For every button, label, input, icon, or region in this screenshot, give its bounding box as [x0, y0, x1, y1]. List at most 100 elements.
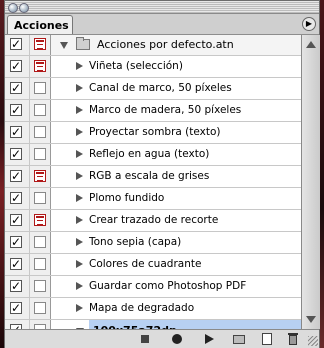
minimize-icon[interactable]	[19, 3, 29, 13]
disclosure-collapsed-icon[interactable]	[76, 128, 83, 136]
action-row[interactable]: ✓ Crear trazado de recorte	[5, 210, 301, 232]
tab-acciones[interactable]: Acciones	[7, 15, 73, 34]
disclosure-collapsed-icon[interactable]	[76, 84, 83, 92]
disclosure-collapsed-icon[interactable]	[76, 150, 83, 158]
toggle-checkbox[interactable]: ✓	[10, 280, 22, 292]
dialog-toggle-icon[interactable]	[34, 192, 46, 204]
stop-icon[interactable]	[137, 332, 153, 346]
action-row[interactable]: ✓ Proyectar sombra (texto)	[5, 122, 301, 144]
dialog-toggle-icon[interactable]	[34, 82, 46, 94]
action-label: Plomo fundido	[89, 192, 165, 204]
action-label: Reflejo en agua (texto)	[89, 148, 210, 160]
toggle-column: ✓	[5, 276, 30, 297]
play-icon[interactable]	[201, 332, 217, 346]
toggle-column: ✓	[5, 298, 30, 319]
toggle-checkbox[interactable]: ✓	[10, 60, 22, 72]
dialog-column	[30, 144, 51, 165]
dialog-column	[30, 210, 51, 231]
dialog-column	[30, 166, 51, 187]
action-row[interactable]: ✓ Mapa de degradado	[5, 298, 301, 320]
disclosure-collapsed-icon[interactable]	[76, 238, 83, 246]
action-row[interactable]: ✓ Canal de marco, 50 píxeles	[5, 78, 301, 100]
toggle-column: ✓	[5, 166, 30, 187]
dialog-column	[30, 298, 51, 319]
new-action-icon[interactable]	[259, 332, 275, 346]
toggle-column: ✓	[5, 188, 30, 209]
disclosure-collapsed-icon[interactable]	[76, 260, 83, 268]
toggle-checkbox[interactable]: ✓	[10, 236, 22, 248]
dialog-column	[30, 100, 51, 121]
disclosure-collapsed-icon[interactable]	[76, 106, 83, 114]
disclosure-collapsed-icon[interactable]	[76, 216, 83, 224]
action-label: Crear trazado de recorte	[89, 214, 219, 226]
record-icon[interactable]	[169, 332, 185, 346]
panel-tab-row: Acciones ▶	[5, 14, 319, 35]
action-row[interactable]: ✓ RGB a escala de grises	[5, 166, 301, 188]
action-label: Tono sepia (capa)	[89, 236, 182, 248]
action-row[interactable]: ✓ Marco de madera, 50 píxeles	[5, 100, 301, 122]
dialog-toggle-icon[interactable]	[34, 60, 46, 72]
toggle-checkbox[interactable]: ✓	[10, 192, 22, 204]
toggle-checkbox[interactable]: ✓	[10, 82, 22, 94]
action-row[interactable]: ✓ Viñeta (selección)	[5, 56, 301, 78]
dialog-toggle-icon[interactable]	[34, 126, 46, 138]
dialog-toggle-icon[interactable]	[34, 280, 46, 292]
disclosure-collapsed-icon[interactable]	[76, 62, 83, 70]
dialog-column	[30, 232, 51, 253]
toggle-column: ✓	[5, 144, 30, 165]
action-row[interactable]: ✓ 100x75a72dp	[5, 320, 301, 329]
panel-menu-icon[interactable]: ▶	[302, 17, 316, 31]
action-row[interactable]: ✓ Plomo fundido	[5, 188, 301, 210]
dialog-toggle-icon[interactable]	[34, 148, 46, 160]
dialog-toggle-icon[interactable]	[34, 38, 46, 50]
toggle-column: ✓	[5, 78, 30, 99]
resize-grip-icon[interactable]	[308, 336, 318, 346]
action-label: Guardar como Photoshop PDF	[89, 280, 247, 292]
scroll-up-icon[interactable]	[306, 41, 316, 48]
disclosure-collapsed-icon[interactable]	[76, 304, 83, 312]
scroll-down-icon[interactable]	[306, 316, 316, 323]
toggle-checkbox[interactable]: ✓	[10, 126, 22, 138]
disclosure-collapsed-icon[interactable]	[76, 194, 83, 202]
action-set-row[interactable]: ✓ Acciones por defecto.atn	[5, 35, 301, 56]
scrollbar[interactable]	[301, 35, 320, 329]
dialog-toggle-icon[interactable]	[34, 170, 46, 182]
toggle-checkbox[interactable]: ✓	[10, 214, 22, 226]
dialog-toggle-icon[interactable]	[34, 258, 46, 270]
dialog-column	[30, 254, 51, 275]
actions-toolbar	[5, 329, 319, 348]
action-label: Marco de madera, 50 píxeles	[89, 104, 242, 116]
panel-titlebar[interactable]	[5, 1, 319, 14]
toggle-checkbox[interactable]: ✓	[10, 148, 22, 160]
dialog-column	[30, 122, 51, 143]
dialog-toggle-icon[interactable]	[34, 302, 46, 314]
disclosure-collapsed-icon[interactable]	[76, 282, 83, 290]
toggle-column: ✓	[5, 210, 30, 231]
action-row[interactable]: ✓ Reflejo en agua (texto)	[5, 144, 301, 166]
folder-icon	[76, 37, 90, 50]
toggle-checkbox[interactable]: ✓	[10, 258, 22, 270]
dialog-toggle-icon[interactable]	[34, 214, 46, 226]
toggle-checkbox[interactable]: ✓	[10, 38, 22, 50]
toggle-checkbox[interactable]: ✓	[10, 104, 22, 116]
close-icon[interactable]	[8, 3, 18, 13]
disclosure-expanded-icon[interactable]	[60, 42, 68, 49]
dialog-toggle-icon[interactable]	[34, 236, 46, 248]
action-label: Acciones por defecto.atn	[97, 38, 234, 51]
toggle-column: ✓	[5, 56, 30, 77]
toggle-column: ✓	[5, 122, 30, 143]
trash-icon[interactable]	[285, 332, 301, 346]
dialog-toggle-icon[interactable]	[34, 104, 46, 116]
dialog-column	[30, 56, 51, 77]
disclosure-collapsed-icon[interactable]	[76, 172, 83, 180]
action-label: Proyectar sombra (texto)	[89, 126, 221, 138]
action-label: 100x75a72dp	[93, 320, 177, 329]
toggle-checkbox[interactable]: ✓	[10, 302, 22, 314]
action-row[interactable]: ✓ Colores de cuadrante	[5, 254, 301, 276]
action-row[interactable]: ✓ Guardar como Photoshop PDF	[5, 276, 301, 298]
toggle-checkbox[interactable]: ✓	[10, 170, 22, 182]
action-label: Viñeta (selección)	[89, 60, 183, 72]
new-set-icon[interactable]	[231, 332, 247, 346]
action-label: RGB a escala de grises	[89, 170, 210, 182]
action-row[interactable]: ✓ Tono sepia (capa)	[5, 232, 301, 254]
